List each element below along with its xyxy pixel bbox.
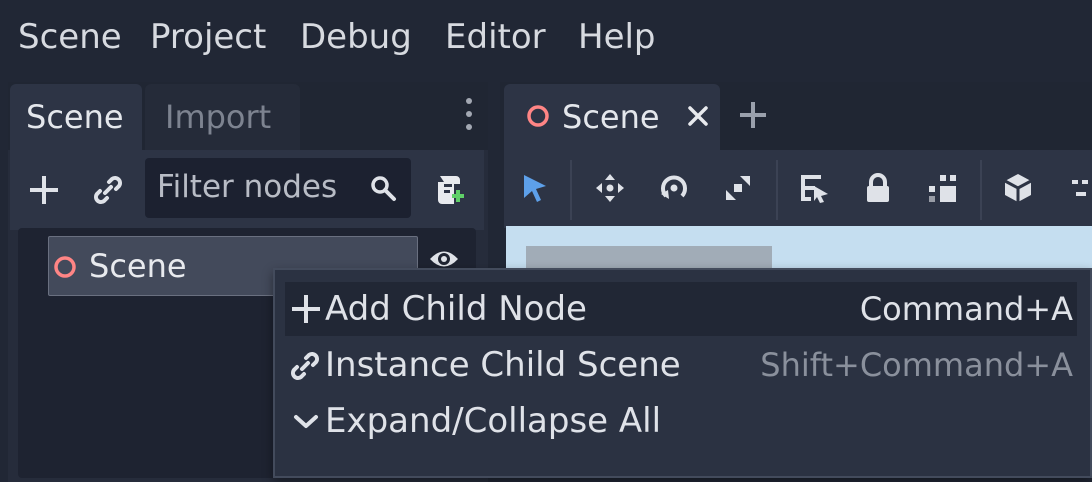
menu-item-add-child-node[interactable]: Add Child Node Command+A (285, 282, 1077, 336)
viewport-tab-label: Scene (562, 98, 660, 136)
attach-script-icon[interactable] (432, 172, 466, 208)
tab-scene-label: Scene (26, 98, 124, 136)
link-icon[interactable] (92, 174, 124, 206)
menu-item-label: Add Child Node (325, 289, 587, 329)
list-select-icon[interactable] (798, 172, 830, 204)
tab-import[interactable]: Import (145, 84, 300, 150)
filter-nodes-box (145, 158, 411, 218)
tab-scene[interactable]: Scene (10, 84, 142, 150)
group-icon[interactable] (926, 172, 958, 204)
search-icon (371, 176, 396, 201)
menu-item-label: Expand/Collapse All (325, 401, 662, 441)
menu-project[interactable]: Project (150, 17, 266, 57)
menu-help[interactable]: Help (578, 17, 656, 57)
toolbar-separator (570, 160, 572, 220)
filter-nodes-input[interactable] (145, 158, 367, 216)
tab-import-label: Import (165, 98, 272, 136)
snap-icon[interactable] (1068, 172, 1092, 204)
toolbar-separator (980, 160, 982, 220)
tab-scene-viewport[interactable]: Scene (504, 84, 720, 150)
menu-item-expand-collapse-all[interactable]: Expand/Collapse All (285, 394, 1077, 448)
move-tool-icon[interactable] (594, 172, 626, 204)
menu-editor[interactable]: Editor (445, 17, 546, 57)
scale-tool-icon[interactable] (722, 172, 754, 204)
chevron-down-icon (294, 415, 318, 428)
menu-bar: Scene Project Debug Editor Help (0, 0, 1092, 76)
menu-debug[interactable]: Debug (300, 17, 412, 57)
tree-row-label: Scene (89, 247, 187, 285)
menu-item-instance-child-scene[interactable]: Instance Child Scene Shift+Command+A (285, 338, 1077, 392)
lock-icon[interactable] (864, 172, 892, 204)
rotate-tool-icon[interactable] (658, 172, 690, 204)
menu-item-shortcut: Shift+Command+A (760, 346, 1073, 384)
mesh-icon[interactable] (1002, 172, 1034, 204)
menu-item-shortcut: Command+A (859, 290, 1073, 328)
close-icon[interactable] (686, 104, 710, 128)
menu-scene[interactable]: Scene (18, 17, 122, 57)
node-circle-icon (527, 105, 549, 127)
new-tab-plus-icon[interactable] (738, 100, 768, 130)
link-icon (291, 352, 319, 380)
add-node-icon[interactable] (28, 174, 60, 206)
toolbar-separator (776, 160, 778, 220)
menu-item-label: Instance Child Scene (325, 345, 681, 385)
select-tool-icon[interactable] (520, 172, 550, 204)
dock-menu-icon[interactable] (462, 98, 476, 134)
plus-icon (292, 295, 320, 323)
node-circle-icon (54, 256, 76, 278)
